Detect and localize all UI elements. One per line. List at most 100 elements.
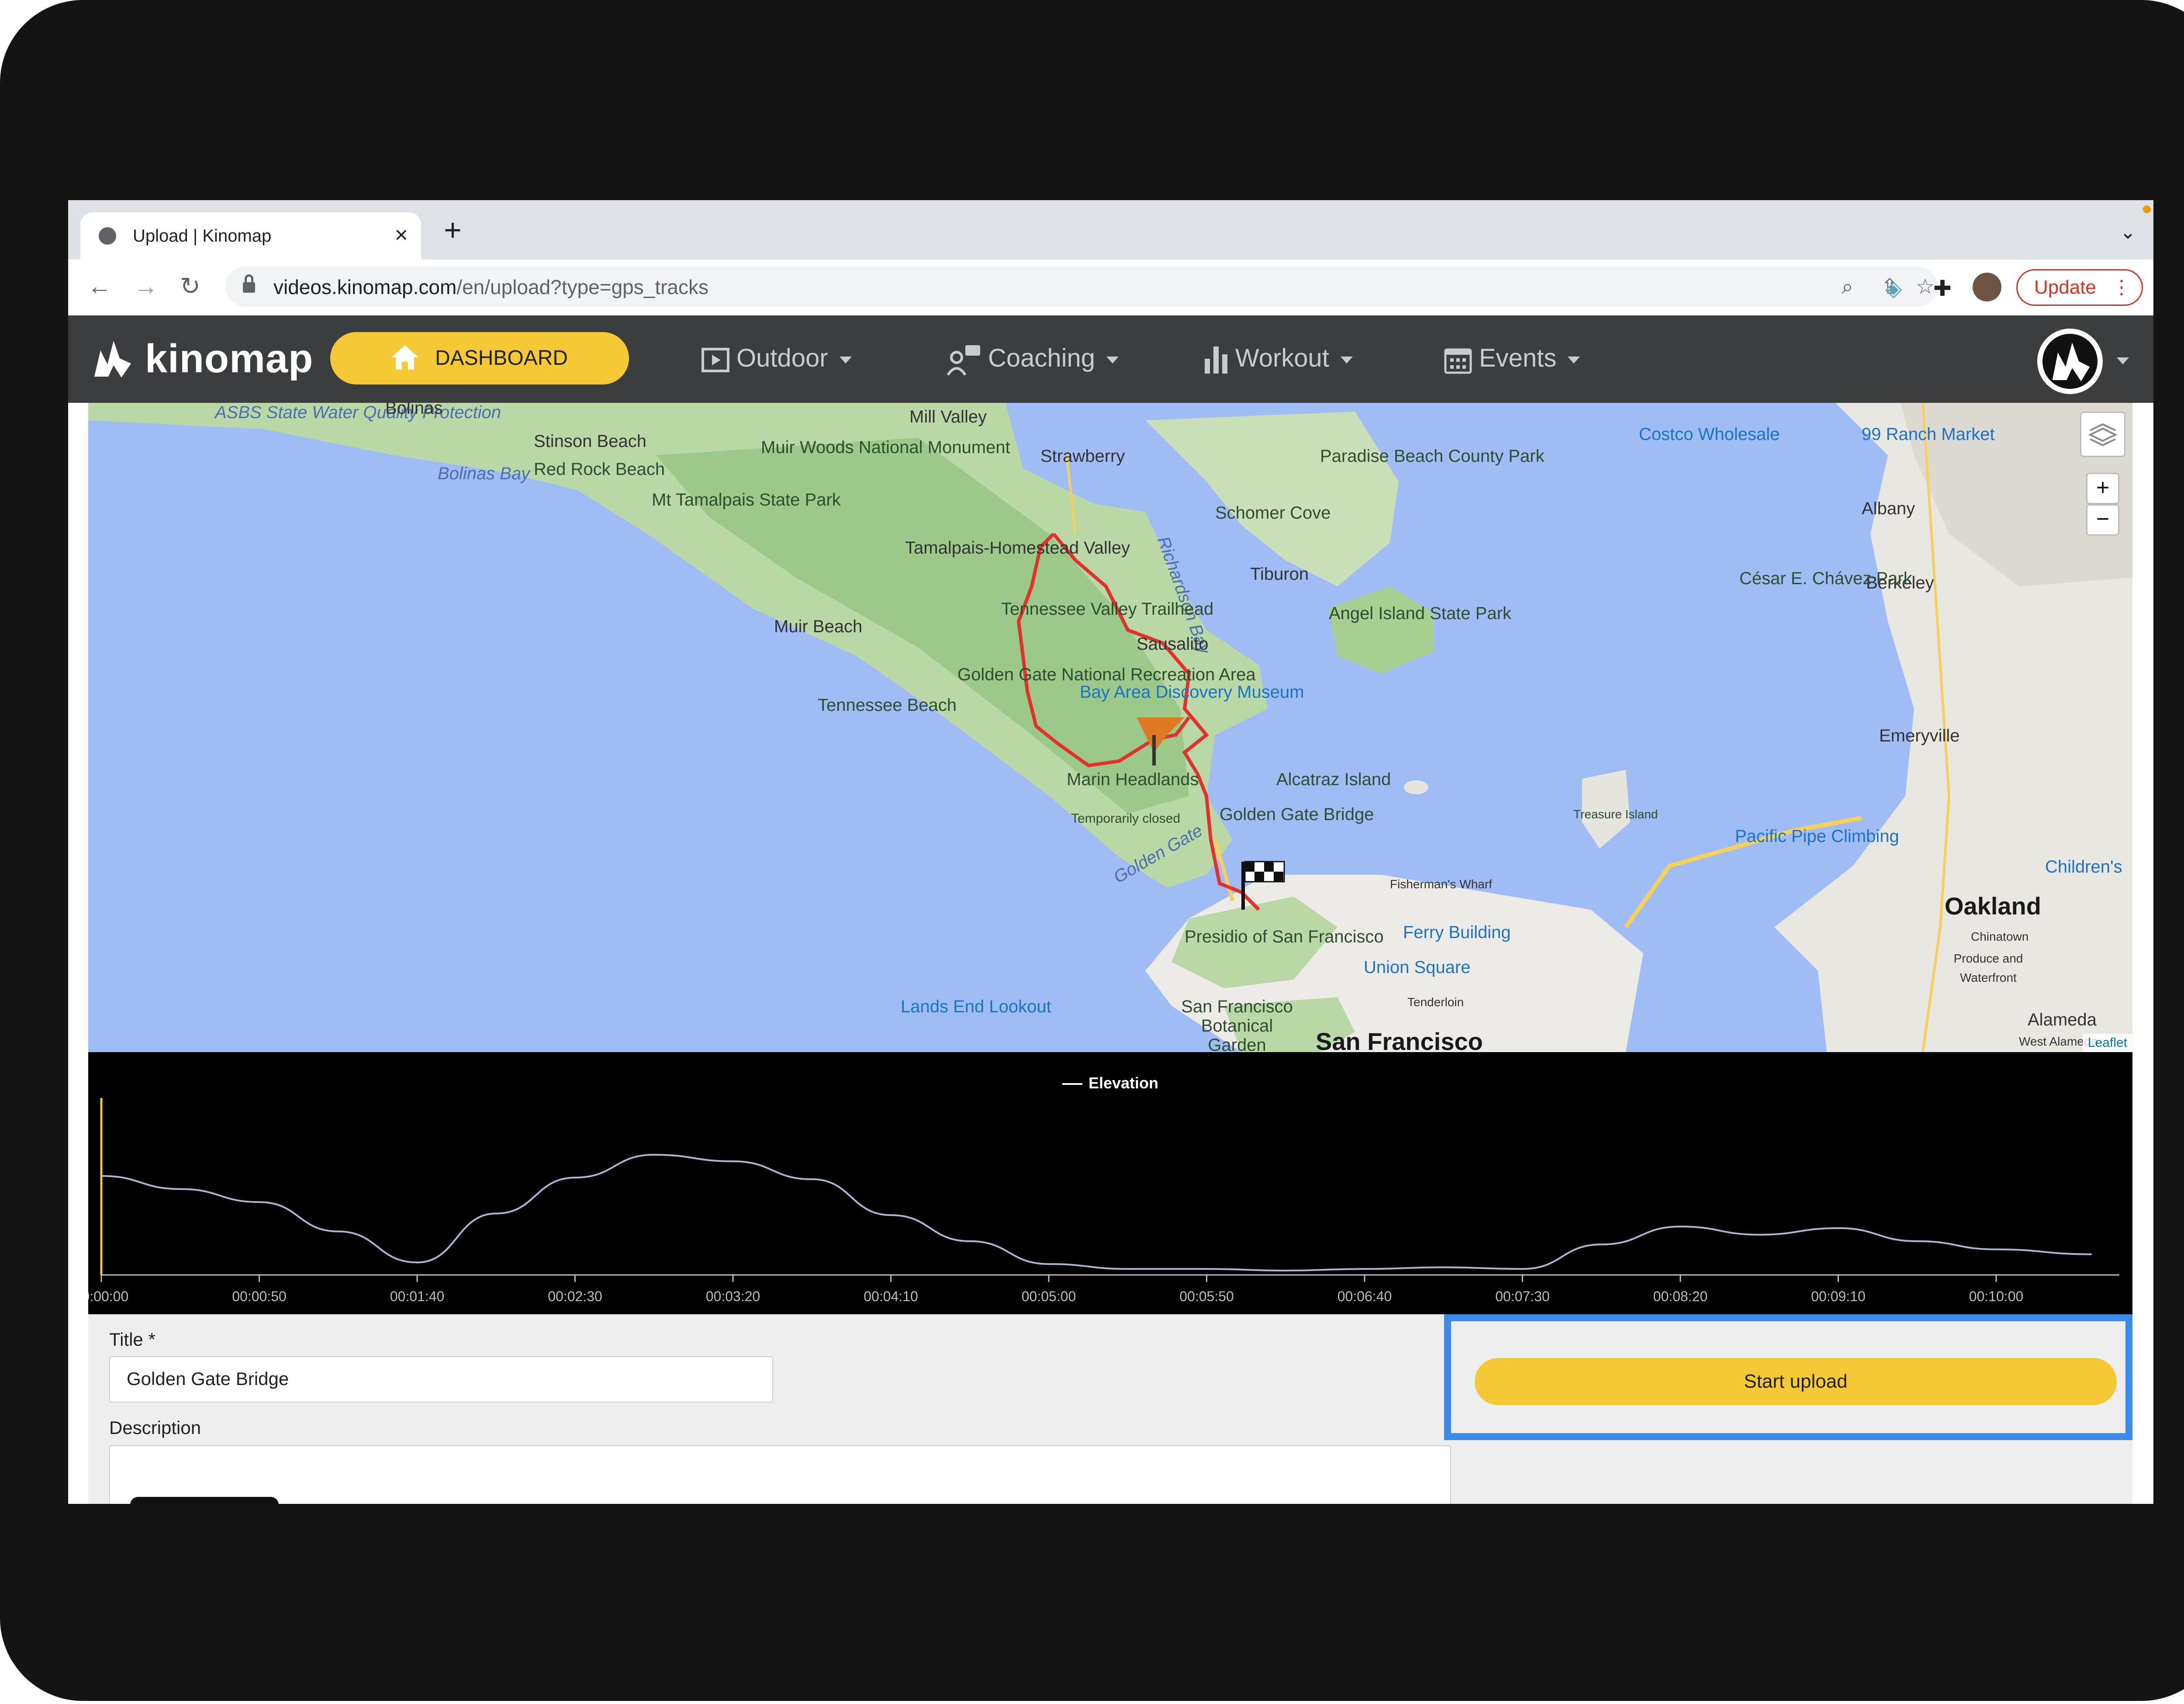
map-label: Fisherman's Wharf bbox=[1390, 877, 1493, 891]
elevation-point bbox=[1285, 1270, 1287, 1271]
kinomap-avatar-icon bbox=[2052, 343, 2090, 381]
kinomap-logo-icon[interactable] bbox=[91, 337, 135, 381]
x-tick-label: 00:07:30 bbox=[1495, 1288, 1550, 1304]
map-label: Tamalpais-Homestead Valley bbox=[905, 538, 1130, 558]
x-tick-label: 00:03:20 bbox=[706, 1288, 760, 1304]
back-icon[interactable]: ← bbox=[87, 271, 112, 301]
lock-icon bbox=[243, 274, 255, 294]
map-label: Golden Gate National Recreation Area bbox=[957, 665, 1256, 684]
x-tick-label: 00:05:00 bbox=[1022, 1288, 1076, 1304]
more-options-icon[interactable]: ⋮ bbox=[2112, 270, 2131, 305]
map-label: Bolinas Bay bbox=[438, 464, 530, 483]
update-button[interactable]: Update ⋮ bbox=[2016, 269, 2143, 306]
elevation-series-line[interactable] bbox=[101, 1153, 2091, 1272]
elevation-point bbox=[495, 1212, 497, 1215]
elevation-point bbox=[2090, 1253, 2092, 1255]
description-toolbar[interactable] bbox=[130, 1497, 279, 1504]
start-upload-highlight: Start upload bbox=[1444, 1314, 2132, 1440]
elevation-point bbox=[811, 1178, 813, 1180]
x-tick-label: 00:08:20 bbox=[1653, 1288, 1708, 1304]
map-label: Tennessee Valley Trailhead bbox=[1001, 599, 1214, 619]
reload-icon[interactable]: ↻ bbox=[180, 271, 200, 301]
map-label: 99 Ranch Market bbox=[1862, 425, 1995, 444]
map-label: Sausalito bbox=[1137, 634, 1209, 654]
elevation-point bbox=[1916, 1240, 1918, 1242]
map-label: Muir Beach bbox=[774, 617, 863, 636]
elevation-point bbox=[179, 1188, 181, 1190]
map-label: Angel Island State Park bbox=[1329, 604, 1512, 623]
bookmark-star-icon[interactable]: ☆ bbox=[1916, 276, 1935, 298]
zoom-in-button[interactable]: + bbox=[2086, 473, 2119, 504]
map-terrain bbox=[88, 403, 2132, 1052]
layers-icon bbox=[2088, 423, 2118, 447]
x-tick-label: 00:05:50 bbox=[1179, 1288, 1234, 1304]
leaflet-attribution[interactable]: Leaflet bbox=[2082, 1034, 2132, 1052]
nav-coaching[interactable]: Coaching bbox=[946, 336, 1119, 380]
new-tab-icon[interactable]: + bbox=[444, 214, 462, 246]
map-label: Mill Valley bbox=[909, 407, 987, 426]
user-menu-caret-icon[interactable] bbox=[2117, 357, 2129, 364]
browser-tab[interactable]: Upload | Kinomap × bbox=[80, 212, 421, 260]
elevation-point bbox=[337, 1230, 339, 1233]
elevation-plot[interactable]: 00:00:00 00:00:50 00:01:40 00:02:30 00:03:20… bbox=[88, 1052, 2132, 1314]
forward-icon[interactable]: → bbox=[134, 271, 158, 301]
map-label: Alameda bbox=[2028, 1010, 2097, 1029]
elevation-point bbox=[416, 1261, 418, 1264]
map-label: Pacific Pipe Climbing bbox=[1735, 827, 1899, 846]
zoom-icon[interactable]: ⌕ bbox=[1842, 276, 1853, 298]
puzzle-icon[interactable]: ✚ bbox=[1933, 277, 1952, 300]
map-label: César E. Chávez Park bbox=[1739, 569, 1912, 588]
map-label: Presidio of San Francisco bbox=[1185, 927, 1384, 946]
map-label: Alcatraz Island bbox=[1276, 770, 1391, 789]
map-label: Stinson Beach bbox=[534, 432, 646, 451]
x-tick-label: 00:04:10 bbox=[864, 1288, 918, 1304]
map-label: Strawberry bbox=[1040, 447, 1125, 466]
nav-workout[interactable]: Workout bbox=[1204, 336, 1353, 380]
calendar-icon bbox=[1444, 348, 1472, 374]
map-label: Tiburon bbox=[1250, 565, 1309, 584]
url-text: videos.kinomap.com/en/upload?type=gps_tr… bbox=[273, 276, 708, 298]
map-label: Union Square bbox=[1364, 958, 1471, 977]
user-avatar[interactable] bbox=[2037, 329, 2103, 394]
map-label: Chinatown bbox=[1971, 930, 2029, 943]
title-input[interactable]: Golden Gate Bridge bbox=[109, 1356, 773, 1403]
extension-icon[interactable]: ◈ bbox=[1885, 277, 1902, 300]
elevation-point bbox=[969, 1240, 971, 1242]
elevation-point bbox=[1127, 1268, 1129, 1270]
chevron-down-icon[interactable]: ⌄ bbox=[2120, 221, 2136, 243]
map-label: Treasure Island bbox=[1573, 807, 1658, 821]
device-frame: Upload | Kinomap × + ⌄ ← → ↻ videos.kino… bbox=[0, 0, 2184, 1701]
layers-control[interactable] bbox=[2080, 412, 2125, 457]
profile-avatar[interactable] bbox=[1973, 273, 2001, 301]
x-tick-label: 00:10:00 bbox=[1969, 1288, 2024, 1304]
map-label: Schomer Cove bbox=[1215, 503, 1331, 523]
map-label: Bay Area Discovery Museum bbox=[1080, 682, 1304, 702]
map-label: Temporarily closed bbox=[1071, 811, 1181, 826]
elevation-point bbox=[574, 1177, 576, 1179]
x-tick-label: 00:00:00 bbox=[88, 1288, 128, 1304]
brand-name[interactable]: kinomap bbox=[145, 335, 313, 383]
elevation-chart: Elevation 00:00:0000:00:5000:01:4000:02:… bbox=[88, 1052, 2132, 1314]
map-label: Albany bbox=[1862, 499, 1915, 518]
map-label: Muir Woods National Monument bbox=[761, 438, 1010, 457]
nav-events[interactable]: Events bbox=[1444, 336, 1580, 380]
elevation-point bbox=[653, 1153, 655, 1156]
map-label: San Francisco Botanical Garden bbox=[1181, 997, 1293, 1052]
elevation-point bbox=[1600, 1243, 1603, 1246]
dashboard-button[interactable]: DASHBOARD bbox=[330, 332, 629, 384]
site-header: kinomap DASHBOARD Outdoor Coaching Worko… bbox=[68, 315, 2153, 403]
x-tick-label: 00:01:40 bbox=[390, 1288, 445, 1304]
map-label: Red Rock Beach bbox=[534, 460, 665, 479]
description-editor[interactable] bbox=[109, 1445, 1451, 1504]
start-upload-button[interactable]: Start upload bbox=[1475, 1358, 2117, 1405]
route-map[interactable]: ASBS State Water Quality Protection Boli… bbox=[88, 403, 2132, 1052]
close-tab-icon[interactable]: × bbox=[395, 222, 408, 248]
home-icon bbox=[391, 345, 418, 370]
zoom-out-button[interactable]: − bbox=[2086, 504, 2119, 536]
address-bar[interactable]: videos.kinomap.com/en/upload?type=gps_tr… bbox=[225, 267, 1938, 307]
elevation-point bbox=[1206, 1268, 1208, 1270]
description-label: Description bbox=[109, 1417, 201, 1438]
screen: Upload | Kinomap × + ⌄ ← → ↻ videos.kino… bbox=[68, 200, 2153, 1504]
nav-outdoor[interactable]: Outdoor bbox=[702, 336, 852, 380]
coach-icon bbox=[947, 345, 980, 376]
